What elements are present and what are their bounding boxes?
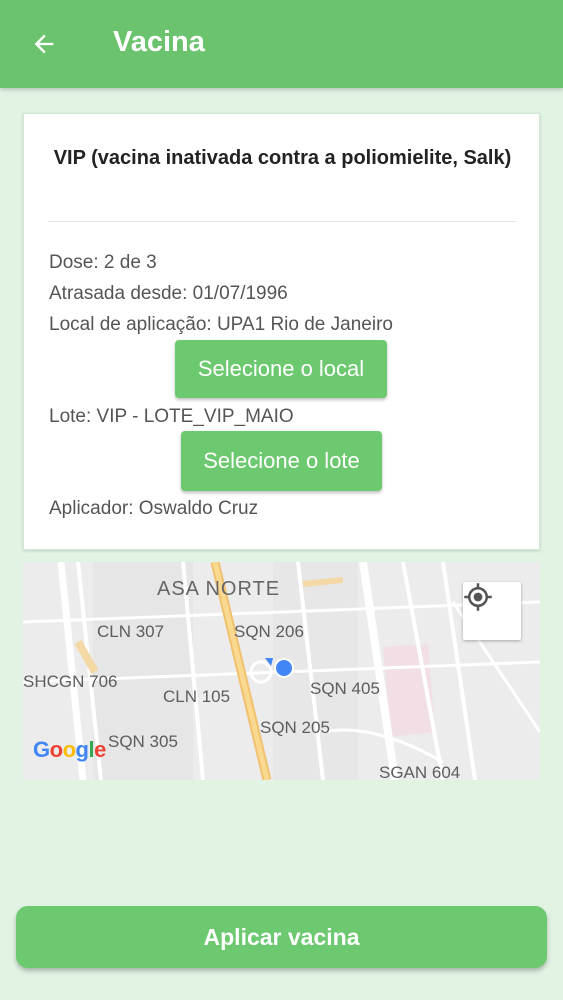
vaccine-name: VIP (vacina inativada contra a poliomiel… <box>53 147 512 169</box>
applicator-text: Aplicador: Oswaldo Cruz <box>49 498 259 519</box>
my-location-icon <box>464 583 492 611</box>
map-view[interactable]: ASA NORTE CLN 307 SQN 206 SHCGN 706 CLN … <box>23 562 540 780</box>
map-label-sqn-206: SQN 206 <box>234 622 304 641</box>
map-label-sqn-405: SQN 405 <box>310 679 380 698</box>
vaccine-card: VIP (vacina inativada contra a poliomiel… <box>23 113 540 550</box>
dose-text: Dose: 2 de 3 <box>49 252 157 273</box>
arrow-left-icon <box>34 34 54 54</box>
location-text: Local de aplicação: UPA1 Rio de Janeiro <box>49 314 393 335</box>
map-label-cln-105: CLN 105 <box>163 687 231 706</box>
map-label-asa-norte: ASA NORTE <box>157 578 281 600</box>
page-title: Vacina <box>113 26 205 58</box>
select-batch-button[interactable]: Selecione o lote <box>181 431 382 491</box>
map-label-sqn-205: SQN 205 <box>260 718 330 737</box>
divider <box>48 221 516 222</box>
batch-text: Lote: VIP - LOTE_VIP_MAIO <box>49 406 294 427</box>
map-label-sgan-604: SGAN 604 <box>379 763 461 780</box>
back-button[interactable] <box>24 24 64 64</box>
map-label-cln-307: CLN 307 <box>97 622 165 641</box>
my-location-button[interactable] <box>463 582 521 640</box>
select-location-button[interactable]: Selecione o local <box>175 340 387 398</box>
app-bar: Vacina <box>0 0 563 88</box>
overdue-text: Atrasada desde: 01/07/1996 <box>49 283 288 304</box>
map-label-sqn-305: SQN 305 <box>108 732 178 751</box>
google-logo: Google <box>33 737 106 762</box>
map-label-shcgn-706: SHCGN 706 <box>23 672 118 691</box>
apply-vaccine-button[interactable]: Aplicar vacina <box>16 906 547 968</box>
